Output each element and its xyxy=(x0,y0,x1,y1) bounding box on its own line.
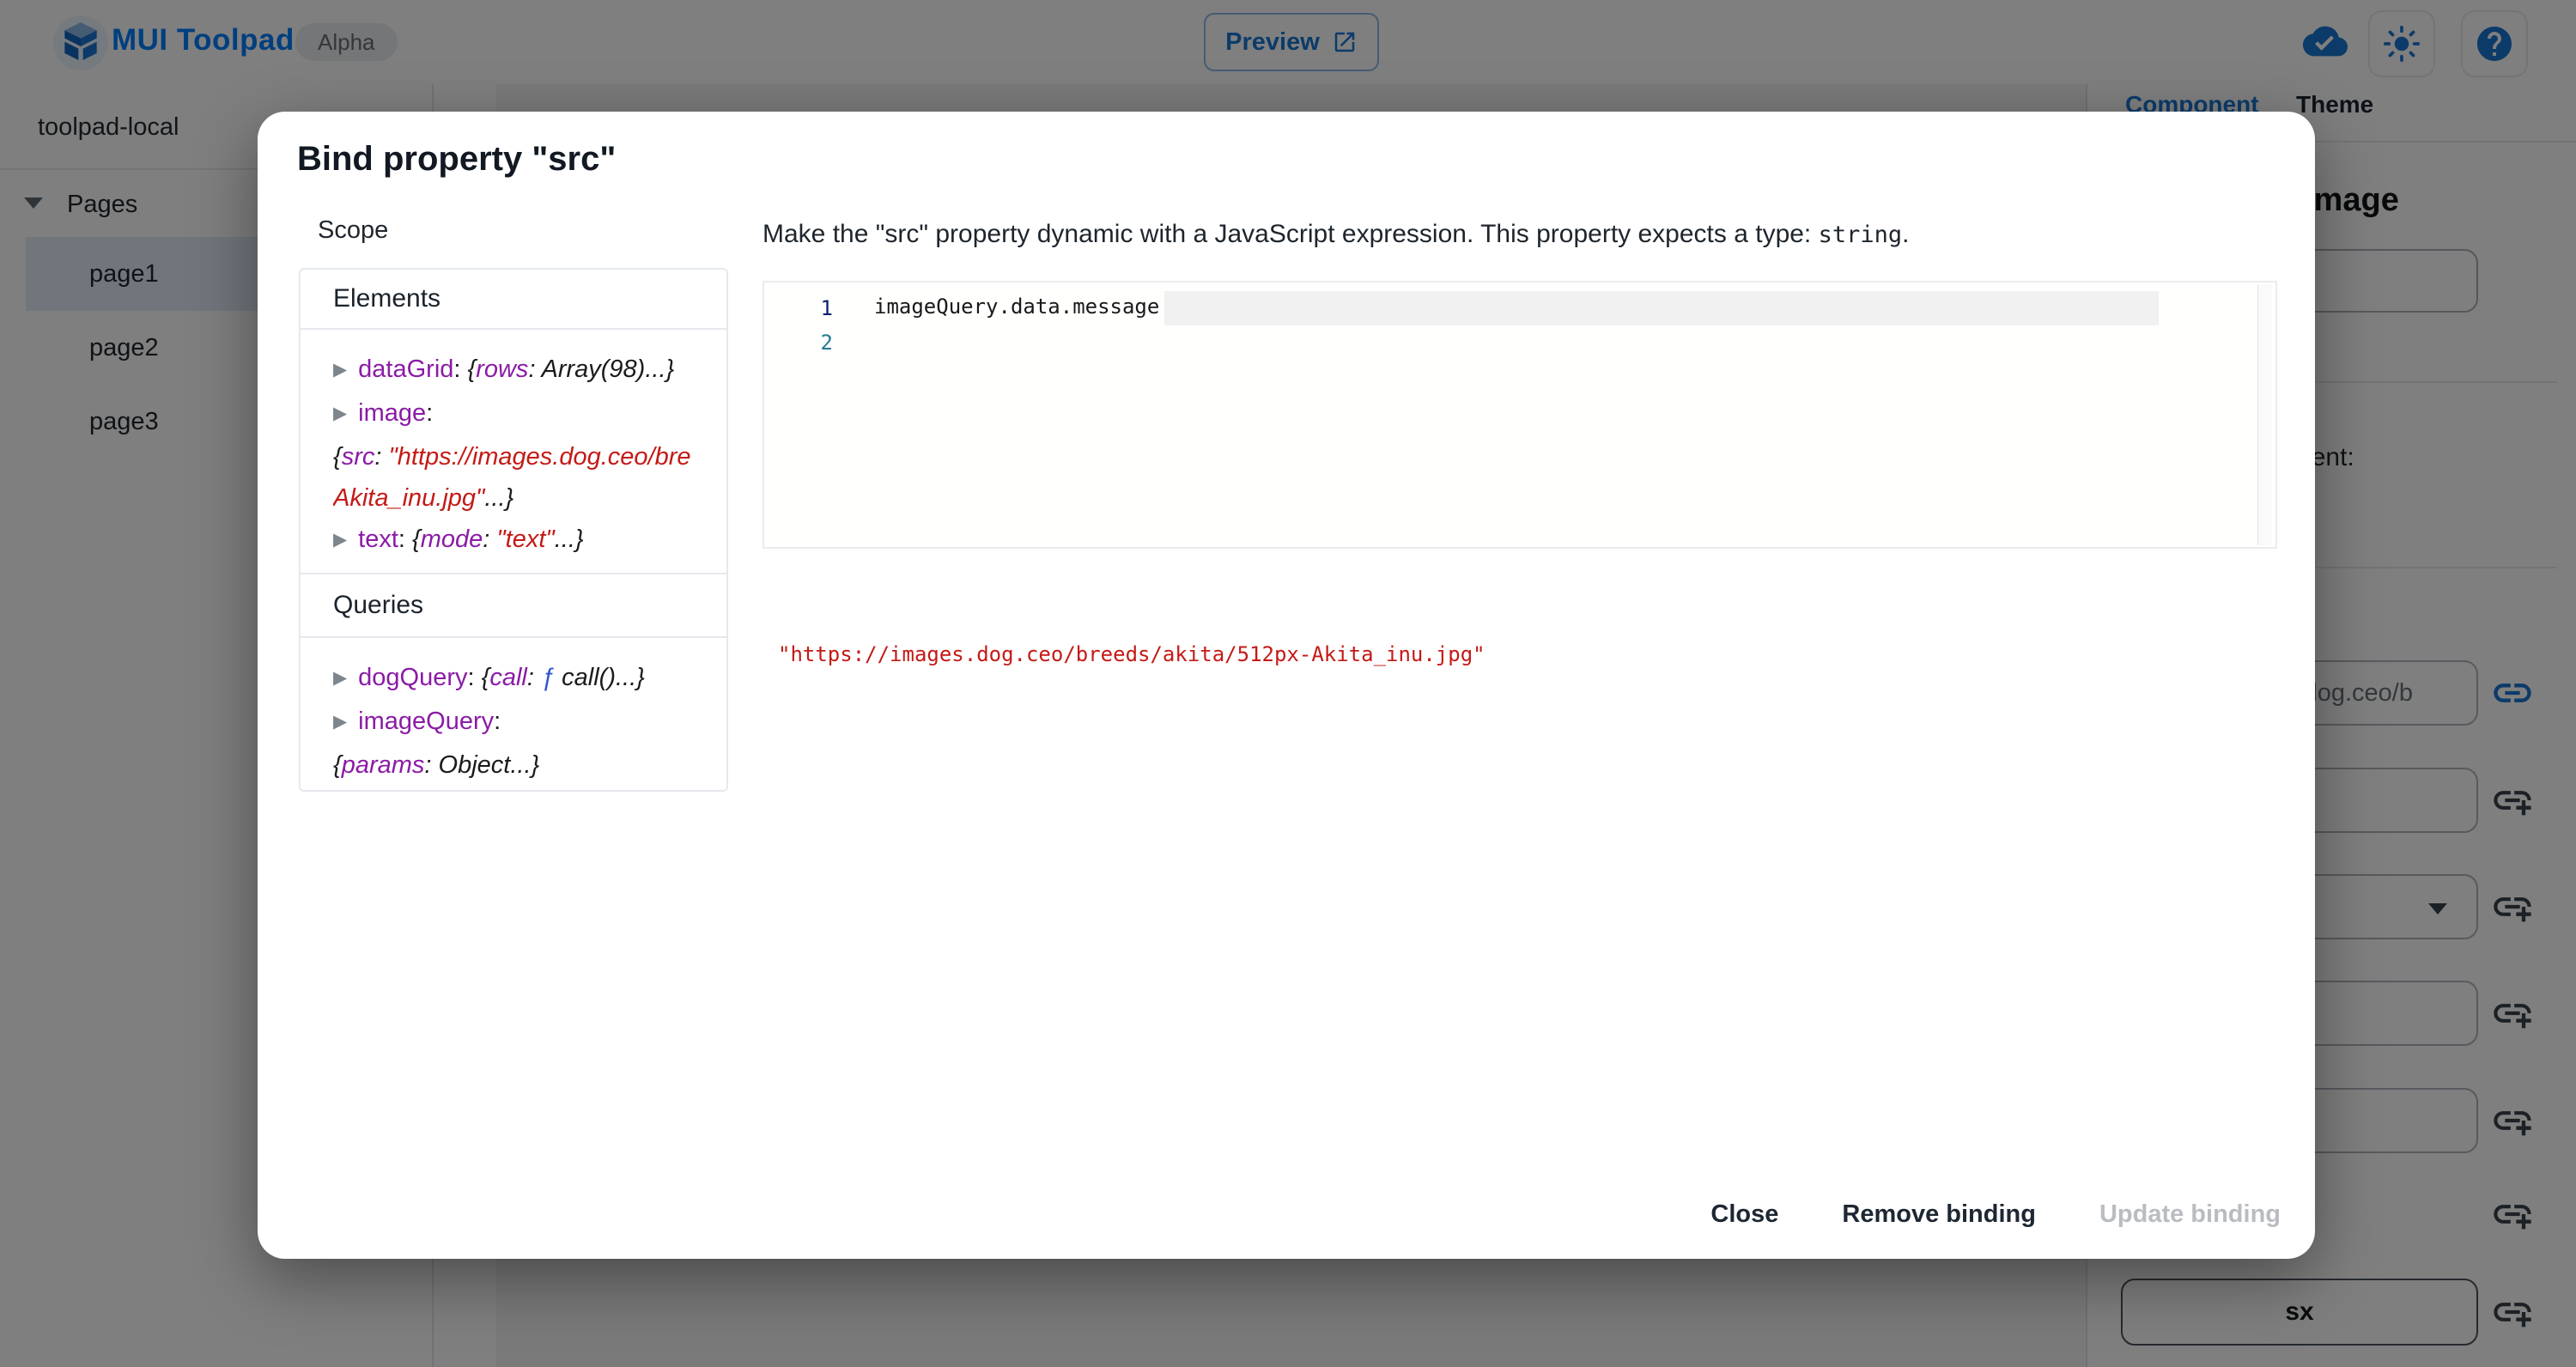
tree-line[interactable]: ▶dataGrid: {rows: Array(98)...} xyxy=(333,349,714,392)
expander-icon[interactable]: ▶ xyxy=(333,349,347,391)
description-text: Make the "src" property dynamic with a J… xyxy=(762,220,1819,248)
tree-line: {params: Object...} xyxy=(333,744,714,786)
dialog-title: Bind property "src" xyxy=(297,140,616,179)
remove-binding-button[interactable]: Remove binding xyxy=(1835,1192,2043,1237)
close-button[interactable]: Close xyxy=(1704,1192,1785,1237)
scope-section: Elements▶dataGrid: {rows: Array(98)...}▶… xyxy=(301,270,726,573)
dialog-actions: Close Remove binding Update binding xyxy=(258,1192,2332,1237)
expression-editor[interactable]: 1 2 imageQuery.data.message xyxy=(762,281,2277,549)
expander-icon[interactable]: ▶ xyxy=(333,658,347,699)
line-number-1: 1 xyxy=(747,296,833,320)
tree-line: Akita_inu.jpg"...} xyxy=(333,477,714,519)
scope-section-title: Elements xyxy=(301,270,726,330)
expander-icon[interactable]: ▶ xyxy=(333,393,347,434)
description-type: string xyxy=(1819,222,1903,248)
line-number-2: 2 xyxy=(747,331,833,355)
editor-scrollbar[interactable] xyxy=(2257,284,2272,545)
bind-property-dialog: Bind property "src" Scope Elements ▶dataG… xyxy=(258,112,2315,1259)
tree-line[interactable]: ▶dogQuery: {call: ƒ call()...} xyxy=(333,657,714,701)
expander-icon[interactable]: ▶ xyxy=(333,702,347,743)
update-binding-button[interactable]: Update binding xyxy=(2093,1192,2287,1237)
scope-section: Queries ▶dogQuery: {call: ƒ call()...}▶im… xyxy=(301,573,726,792)
scope-browser: Elements▶dataGrid: {rows: Array(98)...}▶… xyxy=(299,268,728,792)
editor-code-line[interactable]: imageQuery.data.message xyxy=(874,295,1159,319)
description-period: . xyxy=(1902,220,1909,248)
toolpad-editor-screen: MUI Toolpad Alpha Preview xyxy=(0,0,2576,1367)
tree-line: {src: "https://images.dog.ceo/bre xyxy=(333,436,714,477)
expander-icon[interactable]: ▶ xyxy=(333,519,347,561)
tree-line[interactable]: ▶text: {mode: "text"...} xyxy=(333,519,714,562)
scope-label: Scope xyxy=(318,216,388,245)
dialog-description: Make the "src" property dynamic with a J… xyxy=(762,220,1910,249)
scope-section-title: Queries xyxy=(301,573,726,638)
tree-line[interactable]: ▶imageQuery: xyxy=(333,701,714,744)
tree-line[interactable]: ▶image: xyxy=(333,392,714,436)
expression-result: "https://images.dog.ceo/breeds/akita/512… xyxy=(778,642,1485,666)
